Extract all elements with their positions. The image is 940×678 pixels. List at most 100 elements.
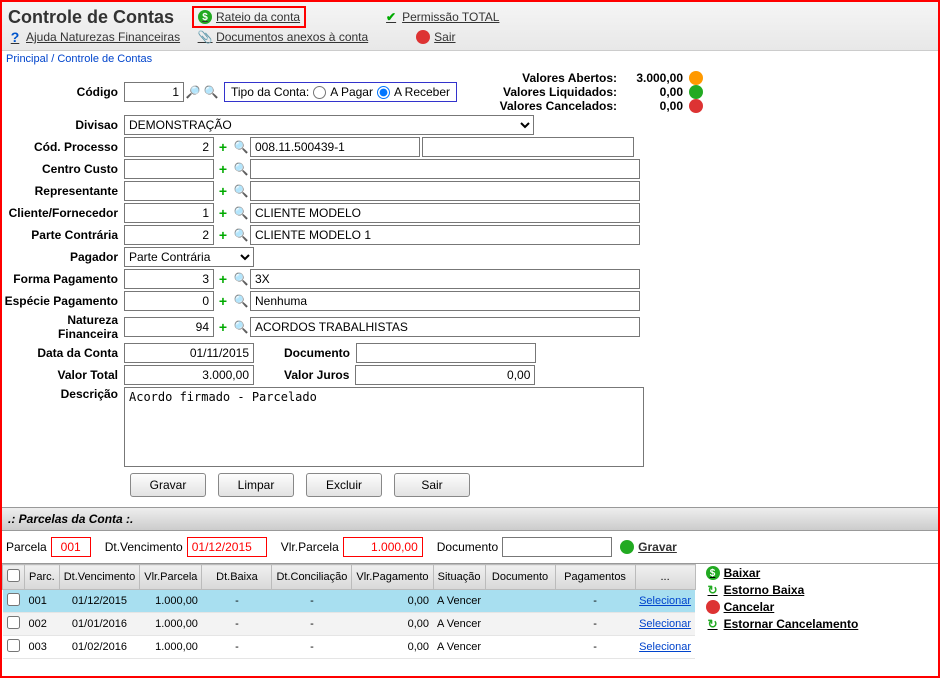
parte-contraria-input[interactable] [124,225,214,245]
selecionar-link[interactable]: Selecionar [639,641,691,653]
centro-custo-input[interactable] [124,159,214,179]
cell-vlrpag: 0,00 [352,636,433,659]
table-row[interactable]: 002 01/01/2016 1.000,00 - - 0,00 A Vence… [3,613,696,636]
add-representante-icon[interactable]: + [214,182,232,200]
search-especie-icon[interactable]: 🔍 [232,292,250,310]
cod-processo-aux[interactable] [422,137,634,157]
radio-a-pagar[interactable] [313,86,326,99]
search-processo-icon[interactable]: 🔍 [232,138,250,156]
parcela-venc-input[interactable] [187,537,267,557]
add-especie-icon[interactable]: + [214,292,232,310]
descricao-textarea[interactable] [124,387,644,467]
add-natureza-icon[interactable]: + [214,318,232,336]
link-ajuda-naturezas[interactable]: ? Ajuda Naturezas Financeiras [8,30,180,44]
estorno-baixa-action[interactable]: ↻ Estorno Baixa [706,583,859,597]
search-natureza-icon[interactable]: 🔍 [232,318,250,336]
binoculars-icon[interactable]: 🔎 [184,83,202,101]
refresh-icon: ↻ [706,617,720,631]
chk-all[interactable] [7,569,20,582]
codigo-input[interactable] [124,82,184,102]
natureza-financeira-input[interactable] [124,317,214,337]
cod-processo-desc[interactable] [250,137,420,157]
search-icon[interactable]: 🔍 [202,83,220,101]
search-representante-icon[interactable]: 🔍 [232,182,250,200]
centro-custo-desc[interactable] [250,159,640,179]
parcela-num-input[interactable] [51,537,91,557]
status-warning-icon [689,71,703,85]
table-row[interactable]: 003 01/02/2016 1.000,00 - - 0,00 A Vence… [3,636,696,659]
row-chk[interactable] [7,616,20,629]
parte-contraria-desc[interactable] [250,225,640,245]
add-processo-icon[interactable]: + [214,138,232,156]
search-forma-icon[interactable]: 🔍 [232,270,250,288]
cliente-fornecedor-input[interactable] [124,203,214,223]
cod-processo-input[interactable] [124,137,214,157]
representante-input[interactable] [124,181,214,201]
cell-venc: 01/02/2016 [59,636,140,659]
pagador-select[interactable]: Parte Contrária [124,247,254,267]
gravar-button[interactable]: Gravar [130,473,206,497]
link-rateio-conta[interactable]: $ Rateio da conta [192,6,306,28]
link-anexos-label: Documentos anexos à conta [216,30,368,44]
search-cliente-icon[interactable]: 🔍 [232,204,250,222]
lbl-valor-total: Valor Total [4,368,124,382]
add-centro-custo-icon[interactable]: + [214,160,232,178]
add-forma-icon[interactable]: + [214,270,232,288]
parcela-valor-input[interactable] [343,537,423,557]
cell-concil: - [272,636,352,659]
limpar-button[interactable]: Limpar [218,473,294,497]
cell-pag: - [555,613,635,636]
parcela-doc-input[interactable] [502,537,612,557]
sum-liquidados-val: 0,00 [623,85,683,99]
baixar-action[interactable]: $ Baixar [706,566,859,580]
status-ok-icon [689,85,703,99]
side-actions: $ Baixar ↻ Estorno Baixa Cancelar ↻ Esto… [700,564,865,633]
lbl-natureza-financeira: Natureza Financeira [4,313,124,341]
valor-juros-input[interactable] [355,365,535,385]
tipo-conta-group: Tipo da Conta: A Pagar A Receber [224,82,457,102]
cell-venc: 01/12/2015 [59,590,140,613]
link-sair[interactable]: Sair [416,30,455,44]
add-parte-icon[interactable]: + [214,226,232,244]
representante-desc[interactable] [250,181,640,201]
data-conta-input[interactable] [124,343,254,363]
estornar-cancelamento-action[interactable]: ↻ Estornar Cancelamento [706,617,859,631]
cell-baixa: - [202,590,272,613]
cell-sit: A Vencer [433,636,485,659]
cancelar-action[interactable]: Cancelar [706,600,859,614]
especie-pagamento-input[interactable] [124,291,214,311]
cell-sit: A Vencer [433,613,485,636]
selecionar-link[interactable]: Selecionar [639,595,691,607]
col-sit: Situação [433,565,485,590]
col-parc: Parc. [25,565,60,590]
forma-pagamento-input[interactable] [124,269,214,289]
row-chk[interactable] [7,593,20,606]
search-parte-icon[interactable]: 🔍 [232,226,250,244]
especie-pagamento-desc[interactable] [250,291,640,311]
lbl-codigo: Código [4,85,124,99]
search-centro-custo-icon[interactable]: 🔍 [232,160,250,178]
lbl-centro-custo: Centro Custo [4,162,124,176]
parcela-gravar-link[interactable]: Gravar [638,540,677,554]
cell-vlr: 1.000,00 [140,590,202,613]
selecionar-link[interactable]: Selecionar [639,618,691,630]
excluir-button[interactable]: Excluir [306,473,382,497]
row-chk[interactable] [7,639,20,652]
col-concil: Dt.Conciliação [272,565,352,590]
documento-input[interactable] [356,343,536,363]
valor-total-input[interactable] [124,365,254,385]
cell-sit: A Vencer [433,590,485,613]
lbl-doc-parcela: Documento [437,540,498,554]
cliente-fornecedor-desc[interactable] [250,203,640,223]
forma-pagamento-desc[interactable] [250,269,640,289]
add-cliente-icon[interactable]: + [214,204,232,222]
breadcrumb[interactable]: Principal / Controle de Contas [2,51,938,67]
radio-a-receber[interactable] [377,86,390,99]
natureza-financeira-desc[interactable] [250,317,640,337]
link-permissao-total[interactable]: ✔ Permissão TOTAL [384,10,499,24]
sair-button[interactable]: Sair [394,473,470,497]
link-documentos-anexos[interactable]: 📎 Documentos anexos à conta [198,30,368,44]
table-row[interactable]: 001 01/12/2015 1.000,00 - - 0,00 A Vence… [3,590,696,613]
col-doc: Documento [485,565,555,590]
divisao-select[interactable]: DEMONSTRAÇÃO [124,115,534,135]
